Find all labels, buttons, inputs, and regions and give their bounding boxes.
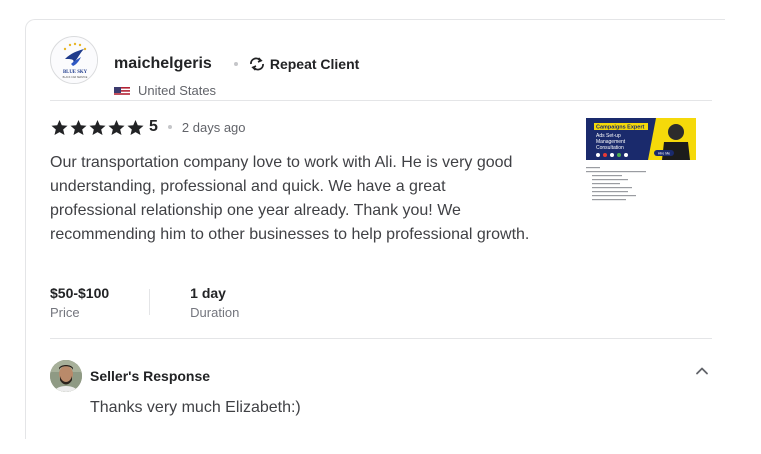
blue-sky-logo-icon: BLUE SKY BLACK CAR SERVICE bbox=[52, 38, 97, 83]
country-label: United States bbox=[138, 83, 217, 98]
svg-text:BLUE SKY: BLUE SKY bbox=[63, 70, 88, 75]
repeat-client-label: Repeat Client bbox=[269, 56, 360, 72]
star-icon bbox=[51, 119, 68, 135]
review-date: 2 days ago bbox=[181, 119, 246, 135]
header-divider bbox=[50, 100, 712, 101]
reviewer-country: United States bbox=[114, 83, 216, 98]
banner-title: Campaigns Expert bbox=[596, 125, 644, 131]
repeat-icon bbox=[249, 57, 264, 71]
star-icon bbox=[89, 119, 106, 135]
rating-value: 5 bbox=[149, 118, 158, 135]
price-label: Price bbox=[50, 305, 80, 320]
duration-block: 1 day Duration bbox=[190, 283, 239, 323]
response-divider bbox=[50, 338, 712, 339]
star-icon bbox=[127, 119, 144, 135]
bullet-3: Consultation bbox=[596, 145, 624, 151]
star-icon bbox=[70, 119, 87, 135]
review-text: Our transportation company love to work … bbox=[50, 154, 530, 243]
reviewer-avatar[interactable]: BLUE SKY BLACK CAR SERVICE bbox=[50, 36, 98, 84]
hire-button: Hire Me bbox=[658, 152, 670, 156]
us-flag-icon bbox=[114, 85, 130, 96]
separator-dot bbox=[167, 125, 172, 129]
price-block: $50-$100 Price bbox=[50, 283, 109, 323]
star-icon bbox=[108, 119, 125, 135]
order-meta: $50-$100 Price 1 day Duration bbox=[50, 283, 239, 323]
seller-photo-icon bbox=[50, 360, 82, 392]
review-card: BLUE SKY BLACK CAR SERVICE maichelgeris … bbox=[25, 19, 725, 439]
seller-response-title: Seller's Response bbox=[90, 368, 211, 384]
svg-text:BLACK CAR SERVICE: BLACK CAR SERVICE bbox=[63, 76, 88, 79]
rating-row: 5 2 days ago bbox=[50, 118, 246, 136]
price-value: $50-$100 bbox=[50, 285, 110, 301]
reviewer-username[interactable]: maichelgeris bbox=[114, 54, 212, 74]
duration-label: Duration bbox=[190, 305, 240, 320]
separator-dot bbox=[233, 62, 238, 66]
repeat-client-badge: Repeat Client bbox=[248, 56, 359, 72]
gig-thumbnail[interactable]: Campaigns Expert Ads Set-up Management C… bbox=[586, 118, 696, 202]
gig-thumbnail-image: Campaigns Expert Ads Set-up Management C… bbox=[586, 118, 696, 201]
star-rating bbox=[50, 119, 145, 136]
seller-avatar[interactable] bbox=[50, 360, 82, 392]
seller-response-text: Thanks very much Elizabeth:) bbox=[90, 399, 301, 416]
meta-divider bbox=[149, 289, 151, 315]
duration-value: 1 day bbox=[190, 285, 226, 301]
chevron-up-icon[interactable] bbox=[694, 363, 710, 379]
